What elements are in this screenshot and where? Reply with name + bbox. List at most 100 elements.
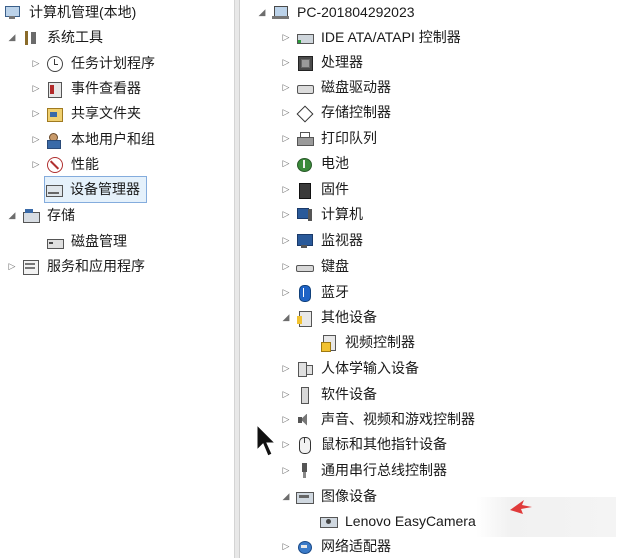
collapsed-arrow-icon[interactable]: ▷ bbox=[280, 407, 292, 432]
device-category-monitors[interactable]: ▷ 监视器 bbox=[280, 228, 365, 253]
collapsed-arrow-icon[interactable]: ▷ bbox=[280, 458, 292, 483]
tree-item-shared-folders-label: 共享文件夹 bbox=[71, 105, 141, 121]
tree-item-services-apps[interactable]: ▷ 服务和应用程序 bbox=[6, 254, 147, 279]
collapsed-arrow-icon[interactable]: ▷ bbox=[30, 127, 42, 152]
collapsed-arrow-icon[interactable]: ▷ bbox=[280, 432, 292, 457]
tree-item-task-scheduler[interactable]: ▷ 任务计划程序 bbox=[30, 51, 157, 76]
device-category-imaging[interactable]: ◢ 图像设备 bbox=[280, 484, 379, 509]
expanded-arrow-icon[interactable]: ◢ bbox=[280, 305, 292, 330]
collapsed-arrow-icon[interactable]: ▷ bbox=[280, 534, 292, 559]
device-category-keyboards[interactable]: ▷ 键盘 bbox=[280, 254, 351, 279]
hid-icon bbox=[296, 361, 314, 377]
device-category-disk-drives[interactable]: ▷ 磁盘驱动器 bbox=[280, 75, 393, 100]
tree-item-system-tools-label: 系统工具 bbox=[47, 29, 103, 45]
collapsed-arrow-icon[interactable]: ▷ bbox=[280, 280, 292, 305]
tree-item-event-viewer[interactable]: ▷ 事件查看器 bbox=[30, 76, 143, 101]
services-icon bbox=[22, 259, 40, 275]
tree-item-storage[interactable]: ◢ 存储 bbox=[6, 203, 77, 228]
device-category-processor[interactable]: ▷ 处理器 bbox=[280, 50, 365, 75]
device-camera-label: Lenovo EasyCamera bbox=[345, 513, 476, 529]
collapsed-arrow-icon[interactable]: ▷ bbox=[280, 228, 292, 253]
printer-icon bbox=[296, 131, 314, 147]
collapsed-arrow-icon[interactable]: ▷ bbox=[6, 254, 18, 279]
device-category-ide-label: IDE ATA/ATAPI 控制器 bbox=[321, 29, 461, 45]
collapsed-arrow-icon[interactable]: ▷ bbox=[280, 382, 292, 407]
device-category-mice[interactable]: ▷ 鼠标和其他指针设备 bbox=[280, 432, 449, 457]
red-arrow-icon bbox=[510, 500, 532, 514]
tree-item-performance[interactable]: ▷ 性能 bbox=[30, 152, 101, 177]
console-tree-pane: 计算机管理(本地) ◢ 系统工具 ▷ 任务计划程序 ▷ 事件查看器 ▷ 共享文件… bbox=[0, 0, 235, 558]
other-devices-icon bbox=[296, 310, 314, 327]
expanded-arrow-icon[interactable]: ◢ bbox=[280, 484, 292, 509]
collapsed-arrow-icon[interactable]: ▷ bbox=[30, 51, 42, 76]
device-category-processor-label: 处理器 bbox=[321, 54, 363, 70]
tree-item-disk-management[interactable]: 磁盘管理 bbox=[46, 229, 129, 254]
collapsed-arrow-icon[interactable]: ▷ bbox=[280, 126, 292, 151]
collapsed-arrow-icon[interactable]: ▷ bbox=[280, 356, 292, 381]
device-category-usb[interactable]: ▷ 通用串行总线控制器 bbox=[280, 458, 449, 483]
device-category-software-devices[interactable]: ▷ 软件设备 bbox=[280, 382, 379, 407]
device-category-storage-controllers[interactable]: ▷ 存储控制器 bbox=[280, 100, 393, 125]
collapsed-arrow-icon[interactable]: ▷ bbox=[30, 152, 42, 177]
device-category-monitors-label: 监视器 bbox=[321, 232, 363, 248]
disk-management-icon bbox=[46, 234, 64, 250]
collapsed-arrow-icon[interactable]: ▷ bbox=[280, 50, 292, 75]
network-adapter-icon bbox=[296, 539, 314, 555]
device-tree-pane: ◢ PC-201804292023 ▷ IDE ATA/ATAPI 控制器 ▷ … bbox=[240, 0, 620, 558]
collapsed-arrow-icon[interactable]: ▷ bbox=[280, 202, 292, 227]
expanded-arrow-icon[interactable]: ◢ bbox=[256, 0, 268, 25]
event-viewer-icon bbox=[46, 81, 64, 98]
device-manager-icon bbox=[45, 182, 63, 198]
collapsed-arrow-icon[interactable]: ▷ bbox=[30, 101, 42, 126]
camera-icon bbox=[320, 514, 338, 530]
tools-icon bbox=[22, 30, 40, 46]
collapsed-arrow-icon[interactable]: ▷ bbox=[280, 75, 292, 100]
expanded-arrow-icon[interactable]: ◢ bbox=[6, 25, 18, 50]
device-category-imaging-label: 图像设备 bbox=[321, 488, 377, 504]
device-category-computer[interactable]: ▷ 计算机 bbox=[280, 202, 365, 227]
expanded-arrow-icon[interactable]: ◢ bbox=[6, 203, 18, 228]
tree-item-performance-label: 性能 bbox=[71, 156, 99, 172]
device-category-hid[interactable]: ▷ 人体学输入设备 bbox=[280, 356, 421, 381]
tree-item-event-viewer-label: 事件查看器 bbox=[71, 80, 141, 96]
device-category-keyboards-label: 键盘 bbox=[321, 258, 349, 274]
device-category-print-queues-label: 打印队列 bbox=[321, 130, 377, 146]
bluetooth-icon bbox=[296, 284, 314, 302]
blurred-overlay bbox=[476, 497, 616, 537]
clock-icon bbox=[46, 55, 64, 72]
collapsed-arrow-icon[interactable]: ▷ bbox=[280, 151, 292, 176]
collapsed-arrow-icon[interactable]: ▷ bbox=[280, 177, 292, 202]
mouse-icon bbox=[296, 436, 314, 454]
device-category-mice-label: 鼠标和其他指针设备 bbox=[321, 436, 447, 452]
tree-item-services-apps-label: 服务和应用程序 bbox=[47, 258, 145, 274]
device-category-other-devices[interactable]: ◢ 其他设备 bbox=[280, 305, 379, 330]
tree-item-system-tools[interactable]: ◢ 系统工具 bbox=[6, 25, 105, 50]
device-category-print-queues[interactable]: ▷ 打印队列 bbox=[280, 126, 379, 151]
tree-item-root[interactable]: 计算机管理(本地) bbox=[4, 0, 138, 25]
speaker-icon bbox=[296, 412, 314, 428]
collapsed-arrow-icon[interactable]: ▷ bbox=[280, 25, 292, 50]
device-video-controller[interactable]: 视频控制器 bbox=[320, 330, 417, 355]
performance-icon bbox=[46, 156, 64, 173]
ide-controller-icon bbox=[296, 30, 314, 46]
tree-item-device-manager-label: 设备管理器 bbox=[70, 181, 140, 197]
collapsed-arrow-icon[interactable]: ▷ bbox=[280, 100, 292, 125]
warning-device-icon bbox=[320, 334, 338, 352]
device-tree-root[interactable]: ◢ PC-201804292023 bbox=[256, 0, 417, 25]
device-camera[interactable]: Lenovo EasyCamera bbox=[320, 509, 478, 534]
tree-item-device-manager[interactable]: 设备管理器 bbox=[44, 176, 147, 203]
device-category-firmware[interactable]: ▷ 固件 bbox=[280, 177, 351, 202]
device-category-network[interactable]: ▷ 网络适配器 bbox=[280, 534, 393, 559]
collapsed-arrow-icon[interactable]: ▷ bbox=[280, 254, 292, 279]
device-category-ide[interactable]: ▷ IDE ATA/ATAPI 控制器 bbox=[280, 25, 463, 50]
device-category-battery[interactable]: ▷ 电池 bbox=[280, 151, 351, 176]
device-video-controller-label: 视频控制器 bbox=[345, 334, 415, 350]
device-category-sound[interactable]: ▷ 声音、视频和游戏控制器 bbox=[280, 407, 477, 432]
collapsed-arrow-icon[interactable]: ▷ bbox=[30, 76, 42, 101]
disk-drive-icon bbox=[296, 80, 314, 96]
tree-item-local-users[interactable]: ▷ 本地用户和组 bbox=[30, 127, 157, 152]
device-category-bluetooth[interactable]: ▷ 蓝牙 bbox=[280, 280, 351, 305]
monitor-icon bbox=[296, 233, 314, 249]
device-category-software-devices-label: 软件设备 bbox=[321, 386, 377, 402]
tree-item-shared-folders[interactable]: ▷ 共享文件夹 bbox=[30, 101, 143, 126]
